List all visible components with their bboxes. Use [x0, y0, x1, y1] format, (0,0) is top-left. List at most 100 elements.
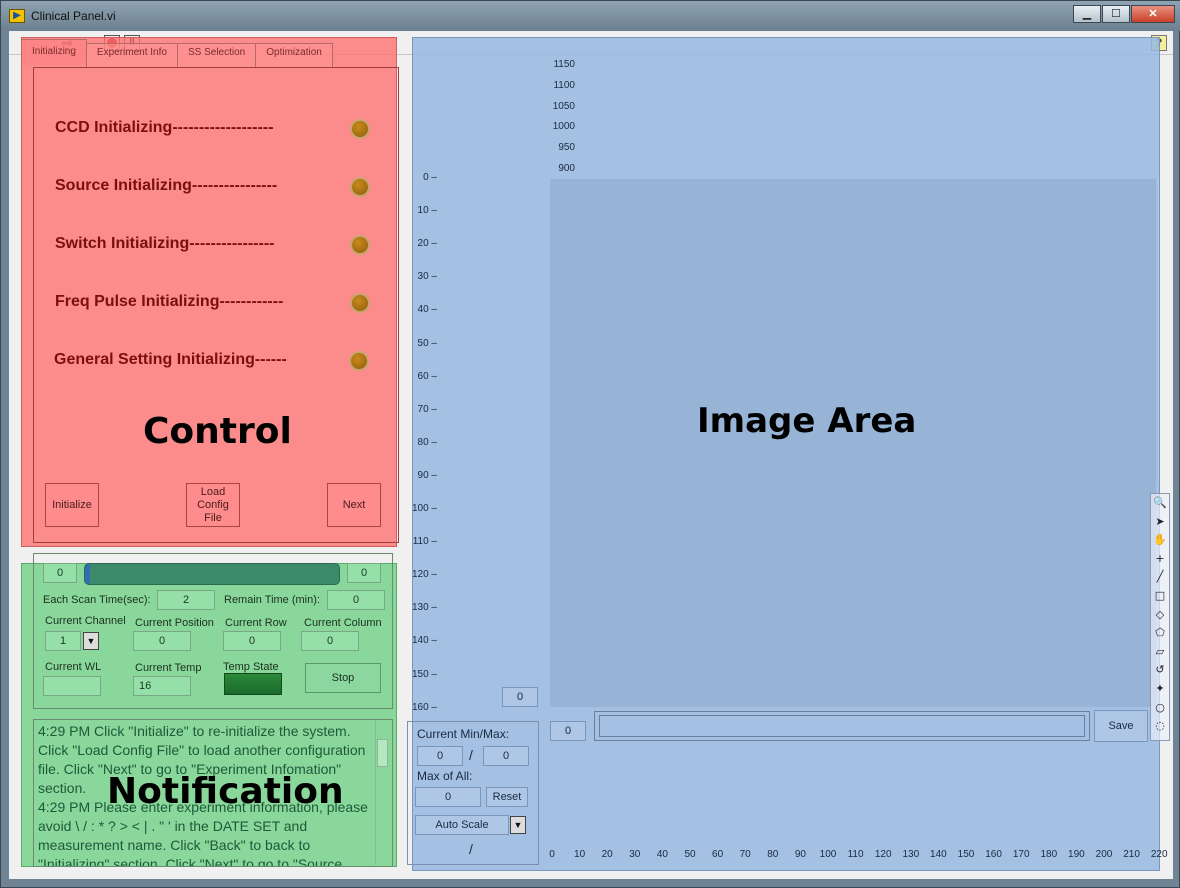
y-axis-tick: 60 –	[417, 370, 437, 382]
progress-fill	[85, 564, 91, 584]
colorbar-tick: 1150	[553, 59, 575, 70]
pointer-icon[interactable]: ➤	[1155, 513, 1164, 532]
freq-pulse-init-row: Freq Pulse Initializing------------	[55, 291, 375, 315]
y-axis-tick: 110 –	[412, 536, 437, 548]
y-axis-tick: 150 –	[411, 668, 437, 680]
channel-dropdown-arrow[interactable]: ▼	[83, 632, 99, 650]
y-axis-tick: 40 –	[417, 304, 437, 316]
max-of-all-value: 0	[415, 787, 481, 807]
source-status-led	[350, 177, 370, 197]
x-axis-tick: 220	[1150, 849, 1168, 860]
line-icon[interactable]: ╱	[1157, 568, 1164, 587]
save-path-input[interactable]	[599, 715, 1085, 737]
reset-button[interactable]: Reset	[486, 787, 528, 807]
x-axis-tick: 50	[684, 849, 696, 860]
freq-pulse-status-led	[350, 293, 370, 313]
colorbar-tick: 1050	[552, 100, 575, 112]
progress-end-value: 0	[347, 563, 381, 583]
x-axis-tick: 40	[656, 849, 668, 860]
each-scan-input[interactable]: 2	[157, 590, 215, 610]
maximize-button[interactable]: ☐	[1102, 5, 1130, 23]
source-init-label: Source Initializing----------------	[55, 177, 278, 194]
free-polygon-icon[interactable]: ✦	[1155, 680, 1164, 699]
labview-window: ▶ Clinical Panel.vi ▁ ☐ ✕ ➡ II ? Initial…	[0, 0, 1180, 888]
crosshair-icon[interactable]: +	[1155, 550, 1164, 569]
spiral-icon[interactable]: ◌	[1155, 717, 1165, 736]
each-scan-label: Each Scan Time(sec):	[43, 594, 151, 606]
intensity-image[interactable]	[550, 179, 1156, 707]
x-axis-tick: 170	[1012, 849, 1030, 860]
log-scroll-thumb[interactable]	[377, 739, 388, 767]
rotated-rect-icon[interactable]: ◇	[1156, 606, 1164, 625]
autoscale-dropdown-arrow[interactable]: ▼	[510, 816, 526, 834]
current-row-value: 0	[223, 631, 281, 651]
x-axis-tick: 200	[1095, 849, 1113, 860]
y-axis-tick: 130 –	[411, 602, 437, 614]
colorbar-tick: 1100	[553, 79, 575, 91]
max-of-all-label: Max of All:	[417, 769, 473, 783]
general-setting-init-row: General Setting Initializing------	[54, 349, 374, 373]
minimize-button[interactable]: ▁	[1073, 5, 1101, 23]
x-axis-tick: 180	[1040, 849, 1058, 860]
x-axis-tick: 120	[874, 849, 892, 860]
x-axis-tick: 160	[985, 849, 1002, 860]
switch-init-label: Switch Initializing----------------	[55, 235, 275, 252]
y-axis-tick: 0 –	[423, 172, 437, 183]
autoscale-select[interactable]: Auto Scale	[415, 815, 509, 835]
polygon-icon[interactable]: ▱	[1156, 643, 1164, 662]
y-axis-tick: 140 –	[411, 635, 437, 647]
y-axis-tick: 50 –	[417, 337, 437, 349]
initialize-button[interactable]: Initialize	[45, 483, 99, 527]
stop-button[interactable]: Stop	[305, 663, 381, 693]
y-axis-tick: 100 –	[411, 503, 437, 514]
save-button[interactable]: Save	[1094, 710, 1148, 742]
x-axis-tick: 190	[1068, 849, 1085, 860]
y-axis-tick: 120 –	[411, 569, 437, 581]
x-axis-tick: 140	[930, 849, 947, 860]
colorbar-tick: 1000	[552, 121, 575, 133]
notification-overlay-label: Notification	[107, 771, 344, 812]
x-axis-tick: 210	[1123, 849, 1140, 860]
tab-ss-selection[interactable]: SS Selection	[176, 43, 257, 67]
remain-time-label: Remain Time (min):	[224, 594, 320, 606]
current-wl-label: Current WL	[45, 661, 102, 673]
oval-icon[interactable]: ○	[1155, 699, 1165, 718]
switch-init-row: Switch Initializing----------------	[55, 233, 375, 257]
next-button[interactable]: Next	[327, 483, 381, 527]
x-axis-tick: 130	[902, 849, 920, 860]
current-max-value: 0	[483, 746, 529, 766]
freehand-icon[interactable]: ↺	[1155, 661, 1164, 680]
window-controls: ▁ ☐ ✕	[1072, 5, 1175, 23]
y-axis-tick: 80 –	[417, 436, 437, 448]
current-position-label: Current Position	[135, 617, 214, 629]
hand-icon[interactable]: ✋	[1153, 531, 1167, 550]
tab-experiment-info[interactable]: Experiment Info	[85, 43, 178, 67]
tab-initializing[interactable]: Initializing	[21, 39, 87, 65]
annulus-icon[interactable]: ⬠	[1155, 624, 1165, 643]
image-vertical-scrollbar[interactable]	[1158, 179, 1170, 479]
tab-optimization[interactable]: Optimization	[255, 43, 333, 67]
title-bar: ▶ Clinical Panel.vi ▁ ☐ ✕	[1, 1, 1180, 31]
remain-time-value: 0	[327, 590, 385, 610]
current-temp-label: Current Temp	[135, 662, 202, 674]
temp-state-indicator	[224, 673, 282, 695]
magnifier-icon[interactable]: 🔍	[1153, 494, 1167, 513]
y-axis-tick: 10 –	[417, 205, 437, 217]
ccd-init-row: CCD Initializing-------------------	[55, 117, 375, 141]
y-axis-tick: 70 –	[417, 403, 437, 415]
current-channel-value[interactable]: 1	[45, 631, 81, 651]
scan-progress-bar	[84, 563, 340, 585]
load-config-button[interactable]: Load Config File	[186, 483, 240, 527]
progress-start-value: 0	[43, 563, 77, 583]
window-title: Clinical Panel.vi	[31, 9, 116, 23]
current-wl-value	[43, 676, 101, 696]
rectangle-icon[interactable]: □	[1155, 587, 1165, 606]
log-scrollbar[interactable]	[375, 721, 389, 865]
close-button[interactable]: ✕	[1131, 5, 1175, 23]
current-minmax-label: Current Min/Max:	[417, 727, 510, 741]
current-temp-value: 16	[133, 676, 191, 696]
y-axis-tick: 30 –	[417, 271, 437, 283]
current-column-label: Current Column	[304, 617, 382, 629]
freq-pulse-init-label: Freq Pulse Initializing------------	[55, 293, 284, 310]
x-axis-tick: 0	[549, 849, 555, 860]
